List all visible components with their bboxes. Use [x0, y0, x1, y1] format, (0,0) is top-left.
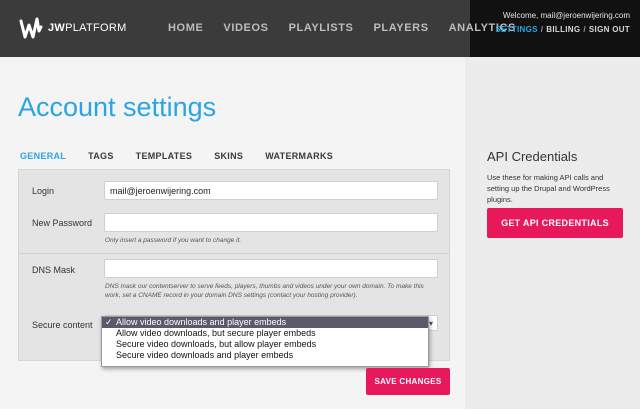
- jwplatform-logo[interactable]: JWPLATFORM: [18, 13, 138, 43]
- link-separator: /: [583, 25, 586, 34]
- secure-content-options: ✓ Allow video downloads and player embed…: [101, 316, 429, 367]
- checkmark-icon: ✓: [105, 317, 113, 327]
- save-changes-button[interactable]: SAVE CHANGES: [366, 368, 450, 395]
- link-separator: /: [540, 25, 544, 34]
- secure-content-label: Secure content: [32, 320, 93, 330]
- settings-tabs: GENERAL TAGS TEMPLATES SKINS WATERMARKS: [20, 151, 355, 161]
- account-links: SETTINGS / BILLING / SIGN OUT: [495, 25, 630, 34]
- jw-logo-icon: [19, 17, 43, 39]
- option-allow-downloads-and-embeds[interactable]: ✓ Allow video downloads and player embed…: [102, 317, 428, 328]
- option-label: Secure video downloads, but allow player…: [116, 339, 317, 349]
- chevron-down-icon: ▾: [428, 319, 433, 328]
- login-field[interactable]: [104, 181, 438, 200]
- tab-templates[interactable]: TEMPLATES: [136, 151, 193, 161]
- password-label: New Password: [32, 218, 93, 228]
- dns-mask-label: DNS Mask: [32, 265, 76, 275]
- api-credentials-description: Use these for making API calls and setti…: [487, 173, 610, 204]
- new-password-field[interactable]: [104, 213, 438, 232]
- api-credentials-heading: API Credentials: [487, 149, 578, 164]
- main-nav: HOME VIDEOS PLAYLISTS PLAYERS ANALYTICS: [168, 22, 536, 34]
- option-secure-downloads-and-embeds[interactable]: Secure video downloads and player embeds: [102, 350, 428, 361]
- billing-link[interactable]: BILLING: [546, 25, 580, 34]
- tab-skins[interactable]: SKINS: [214, 151, 243, 161]
- login-label: Login: [32, 186, 55, 196]
- sign-out-link[interactable]: SIGN OUT: [589, 25, 630, 34]
- tab-general[interactable]: GENERAL: [20, 151, 66, 161]
- option-label: Secure video downloads and player embeds: [116, 350, 294, 360]
- option-secure-downloads-allow-embeds[interactable]: Secure video downloads, but allow player…: [102, 339, 428, 350]
- welcome-message: Welcome, mail@jeroenwijering.com: [502, 11, 630, 20]
- nav-players[interactable]: PLAYERS: [373, 22, 428, 34]
- top-navigation-bar: JWPLATFORM HOME VIDEOS PLAYLISTS PLAYERS…: [0, 0, 640, 57]
- get-api-credentials-button[interactable]: GET API CREDENTIALS: [487, 208, 623, 238]
- settings-link[interactable]: SETTINGS: [495, 25, 537, 34]
- page-title: Account settings: [18, 92, 217, 122]
- dns-mask-help: DNS mask our contentserver to serve feed…: [105, 283, 424, 299]
- tab-tags[interactable]: TAGS: [88, 151, 114, 161]
- dns-mask-field[interactable]: [104, 259, 438, 278]
- nav-videos[interactable]: VIDEOS: [223, 22, 268, 34]
- tab-watermarks[interactable]: WATERMARKS: [265, 151, 333, 161]
- option-label: Allow video downloads and player embeds: [116, 317, 287, 327]
- nav-home[interactable]: HOME: [168, 22, 203, 34]
- password-help: Only insert a password if you want to ch…: [105, 237, 242, 244]
- nav-playlists[interactable]: PLAYLISTS: [289, 22, 354, 34]
- brand-name: JWPLATFORM: [48, 22, 127, 34]
- option-label: Allow video downloads, but secure player…: [116, 328, 316, 338]
- option-allow-downloads-secure-embeds[interactable]: Allow video downloads, but secure player…: [102, 328, 428, 339]
- form-divider: [19, 253, 449, 254]
